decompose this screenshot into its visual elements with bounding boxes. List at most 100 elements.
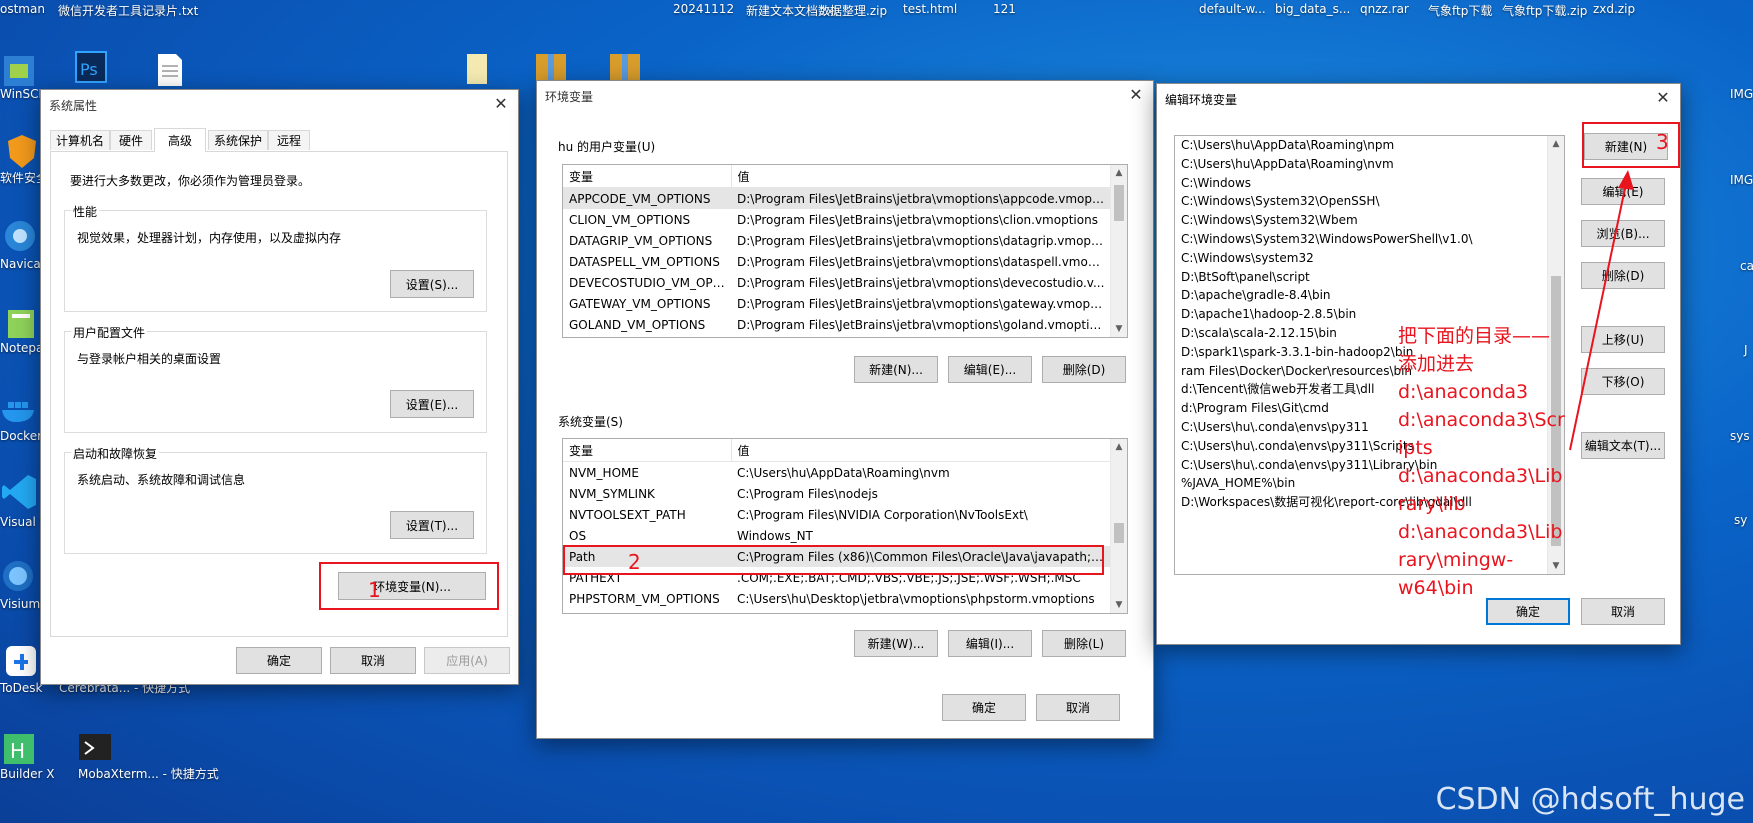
desktop-label[interactable]: sy — [1734, 512, 1747, 528]
user-new-button[interactable]: 新建(N)... — [854, 356, 938, 383]
env-cancel-button[interactable]: 取消 — [1036, 694, 1120, 721]
desktop-label[interactable]: default-w... — [1199, 2, 1266, 16]
column-header-variable[interactable]: 变量 — [563, 439, 732, 462]
visiumlab-icon[interactable] — [0, 556, 40, 596]
table-row[interactable]: NVM_HOME C:\Users\hu\AppData\Roaming\nvm — [563, 462, 1111, 484]
desktop-label[interactable]: 气象ftp下载 — [1428, 2, 1492, 19]
window-title: 环境变量 — [545, 90, 594, 104]
desktop-label[interactable]: ostman — [0, 2, 45, 16]
builderx-icon[interactable]: H — [0, 730, 40, 770]
list-item[interactable]: C:\Windows\System32\OpenSSH\ — [1175, 192, 1473, 211]
performance-settings-button[interactable]: 设置(S)... — [390, 270, 474, 298]
table-row[interactable]: GOLAND_VM_OPTIONS D:\Program Files\JetBra… — [563, 314, 1111, 335]
security-software-icon[interactable] — [2, 132, 42, 172]
desktop-label[interactable]: 记录片.txt — [142, 2, 198, 19]
list-item[interactable]: C:\Windows\system32 — [1175, 249, 1473, 268]
desktop-label[interactable]: 数据整理.zip — [818, 2, 887, 19]
desktop-label[interactable]: ca — [1740, 258, 1753, 274]
table-row[interactable]: CLION_VM_OPTIONS D:\Program Files\JetBrai… — [563, 209, 1111, 230]
edit-ok-button[interactable]: 确定 — [1486, 598, 1570, 625]
photoshop-icon[interactable]: Ps — [72, 48, 112, 88]
system-new-button[interactable]: 新建(W)... — [854, 630, 938, 657]
close-icon[interactable]: ✕ — [488, 93, 514, 115]
system-vars-scrollbar[interactable]: ▲ ▼ — [1110, 439, 1127, 613]
table-row[interactable]: DEVECOSTUDIO_VM_OPT... D:\Program Files\J… — [563, 272, 1111, 293]
list-item[interactable]: D:\apache\gradle-8.4\bin — [1175, 286, 1473, 305]
scroll-thumb[interactable] — [1114, 523, 1124, 543]
table-row[interactable]: PHPSTORM_VM_OPTIONS C:\Users\hu\Desktop\j… — [563, 588, 1111, 609]
desktop-label[interactable]: ToDesk — [0, 680, 42, 696]
var-name: DATAGRIP_VM_OPTIONS — [569, 233, 713, 248]
apply-button[interactable]: 应用(A) — [424, 647, 510, 674]
mobaxterm-icon[interactable] — [75, 728, 115, 768]
table-row[interactable]: NVM_SYMLINK C:\Program Files\nodejs — [563, 483, 1111, 504]
desktop-label[interactable]: 微信开发者工具 — [58, 2, 142, 19]
desktop-label[interactable]: 121 — [993, 2, 1016, 16]
vscode-icon[interactable] — [0, 472, 40, 512]
desktop-label[interactable]: big_data_s... — [1275, 2, 1350, 16]
system-edit-button[interactable]: 编辑(I)... — [948, 630, 1032, 657]
var-value: C:\Program Files\nodejs — [737, 486, 878, 501]
file-icon[interactable] — [457, 50, 497, 90]
table-row[interactable]: DATAGRIP_VM_OPTIONS D:\Program Files\JetB… — [563, 230, 1111, 251]
desktop-label[interactable]: J — [1744, 342, 1748, 358]
desktop-label[interactable]: Builder X — [0, 766, 54, 782]
desktop-label[interactable]: MobaXterm... - 快捷方式 — [78, 766, 219, 782]
desktop-label[interactable]: sys — [1730, 428, 1750, 444]
tab-system-protection[interactable]: 系统保护 — [208, 130, 268, 150]
annotation-box-2 — [563, 545, 1104, 575]
list-item[interactable]: D:\BtSoft\panel\script — [1175, 268, 1473, 287]
notepad-plus-plus-icon[interactable] — [2, 304, 42, 344]
list-item[interactable]: C:\Users\hu\AppData\Roaming\nvm — [1175, 155, 1473, 174]
startup-settings-button[interactable]: 设置(T)... — [390, 511, 474, 539]
group-title: 用户配置文件 — [71, 324, 148, 341]
scroll-down-icon[interactable]: ▼ — [1111, 597, 1127, 613]
user-vars-scrollbar[interactable]: ▲ ▼ — [1110, 165, 1127, 337]
edit-cancel-button[interactable]: 取消 — [1581, 598, 1665, 625]
note-line: rary\lib — [1398, 493, 1466, 515]
column-header-variable[interactable]: 变量 — [563, 165, 732, 188]
scroll-down-icon[interactable]: ▼ — [1111, 321, 1127, 337]
table-row[interactable]: APPCODE_VM_OPTIONS D:\Program Files\JetBr… — [563, 187, 1111, 209]
desktop-label[interactable]: 20241112 — [673, 2, 734, 16]
scroll-up-icon[interactable]: ▲ — [1111, 165, 1127, 181]
user-edit-button[interactable]: 编辑(E)... — [948, 356, 1032, 383]
desktop-label[interactable]: IMG — [1730, 172, 1753, 188]
user-profile-settings-button[interactable]: 设置(E)... — [390, 390, 474, 418]
table-row[interactable]: GATEWAY_VM_OPTIONS D:\Program Files\JetBr… — [563, 293, 1111, 314]
close-icon[interactable]: ✕ — [1650, 87, 1676, 109]
scroll-thumb[interactable] — [1114, 185, 1124, 221]
desktop-label[interactable]: qnzz.rar — [1360, 2, 1409, 16]
scroll-up-icon[interactable]: ▲ — [1548, 136, 1564, 152]
list-item[interactable]: C:\Windows\System32\Wbem — [1175, 211, 1473, 230]
desktop-label[interactable]: zxd.zip — [1593, 2, 1635, 16]
user-delete-button[interactable]: 删除(D) — [1042, 356, 1126, 383]
table-row[interactable]: NVTOOLSEXT_PATH C:\Program Files\NVIDIA C… — [563, 504, 1111, 525]
env-ok-button[interactable]: 确定 — [942, 694, 1026, 721]
ok-button[interactable]: 确定 — [236, 647, 322, 674]
close-icon[interactable]: ✕ — [1123, 84, 1149, 106]
scroll-up-icon[interactable]: ▲ — [1111, 439, 1127, 455]
list-item[interactable]: C:\Users\hu\AppData\Roaming\npm — [1175, 136, 1473, 155]
desktop-label[interactable]: WinSCP — [0, 86, 46, 102]
tab-advanced[interactable]: 高级 — [154, 128, 206, 152]
list-item[interactable]: C:\Windows\System32\WindowsPowerShell\v1… — [1175, 230, 1473, 249]
list-item[interactable]: C:\Windows — [1175, 174, 1473, 193]
column-header-value[interactable]: 值 — [731, 165, 1112, 188]
desktop-label[interactable]: 气象ftp下载.zip — [1502, 2, 1587, 19]
var-value: C:\Users\hu\Desktop\jetbra\vmoptions\php… — [737, 591, 1095, 606]
desktop-label[interactable]: test.html — [903, 2, 957, 16]
text-file-icon[interactable] — [150, 50, 190, 90]
column-header-value[interactable]: 值 — [731, 439, 1112, 462]
navicat-icon[interactable] — [2, 216, 42, 256]
todesk-icon[interactable] — [2, 642, 42, 682]
table-row[interactable]: OS Windows_NT — [563, 525, 1111, 546]
tab-computer-name[interactable]: 计算机名 — [50, 130, 110, 150]
cancel-button[interactable]: 取消 — [330, 647, 416, 674]
table-row[interactable]: DATASPELL_VM_OPTIONS D:\Program Files\Jet… — [563, 251, 1111, 272]
desktop-label[interactable]: IMG — [1730, 86, 1753, 102]
system-delete-button[interactable]: 删除(L) — [1042, 630, 1126, 657]
tab-hardware[interactable]: 硬件 — [110, 130, 152, 150]
docker-icon[interactable] — [0, 388, 40, 428]
tab-remote[interactable]: 远程 — [268, 130, 310, 150]
